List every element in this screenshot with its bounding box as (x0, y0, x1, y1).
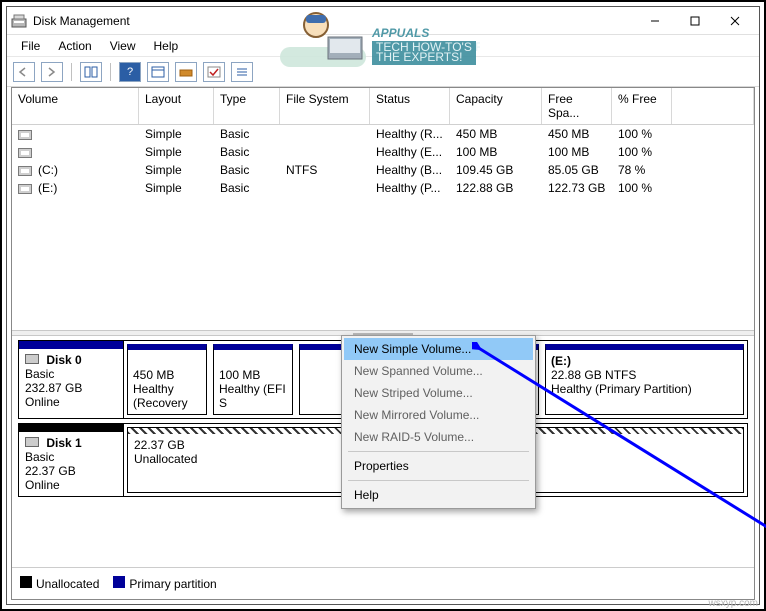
ctx-new-simple-volume[interactable]: New Simple Volume... (344, 338, 533, 360)
col-volume[interactable]: Volume (12, 88, 139, 124)
menu-help[interactable]: Help (146, 37, 187, 55)
col-percent-free[interactable]: % Free (612, 88, 672, 124)
partition[interactable]: 100 MBHealthy (EFI S (213, 344, 293, 415)
drive-icon (18, 166, 32, 176)
menu-file[interactable]: File (13, 37, 48, 55)
ctx-new-striped-volume: New Striped Volume... (344, 382, 533, 404)
disk-title: Disk 1 (46, 436, 81, 450)
watermark-logo: APPUALS TECH HOW-TO'S FROM THE EXPERTS! (280, 7, 480, 69)
legend-swatch-primary (113, 576, 125, 588)
volume-row[interactable]: SimpleBasic Healthy (E... 100 MB100 MB 1… (12, 143, 754, 161)
col-status[interactable]: Status (370, 88, 450, 124)
svg-text:THE EXPERTS!: THE EXPERTS! (376, 50, 462, 64)
menu-action[interactable]: Action (50, 37, 99, 55)
volume-row[interactable]: (C:) SimpleBasic NTFSHealthy (B... 109.4… (12, 161, 754, 179)
back-button[interactable] (13, 62, 35, 82)
col-filesystem[interactable]: File System (280, 88, 370, 124)
volume-row[interactable]: Simple Basic Healthy (R... 450 MB 450 MB… (12, 125, 754, 143)
maximize-button[interactable] (675, 9, 715, 33)
disk-icon (25, 354, 39, 364)
toolbar-show-hide-icon[interactable] (80, 62, 102, 82)
disk-title: Disk 0 (46, 353, 81, 367)
help-icon[interactable]: ? (119, 62, 141, 82)
partition[interactable]: 450 MBHealthy (Recovery (127, 344, 207, 415)
toolbar-action-icon[interactable] (175, 62, 197, 82)
window-controls (635, 9, 755, 33)
col-capacity[interactable]: Capacity (450, 88, 542, 124)
ctx-new-raid5-volume: New RAID-5 Volume... (344, 426, 533, 448)
volume-row[interactable]: (E:) SimpleBasic Healthy (P... 122.88 GB… (12, 179, 754, 197)
svg-text:APPUALS: APPUALS (371, 26, 429, 40)
volume-list-header: Volume Layout Type File System Status Ca… (12, 88, 754, 125)
drive-icon (18, 148, 32, 158)
drive-icon (18, 130, 32, 140)
toolbar-check-icon[interactable] (203, 62, 225, 82)
credit-text: wsxyp.com (709, 598, 758, 609)
disk-management-window: Disk Management File Action View Help ? … (6, 6, 760, 605)
context-menu: New Simple Volume... New Spanned Volume.… (341, 335, 536, 509)
forward-button[interactable] (41, 62, 63, 82)
partition[interactable]: (E:)22.88 GB NTFSHealthy (Primary Partit… (545, 344, 744, 415)
col-type[interactable]: Type (214, 88, 280, 124)
ctx-properties[interactable]: Properties (344, 455, 533, 477)
col-free-space[interactable]: Free Spa... (542, 88, 612, 124)
drive-icon (18, 184, 32, 194)
toolbar-settings-icon[interactable] (147, 62, 169, 82)
volume-list[interactable]: Simple Basic Healthy (R... 450 MB 450 MB… (12, 125, 754, 330)
disk-icon (25, 437, 39, 447)
menu-view[interactable]: View (102, 37, 144, 55)
toolbar-list-icon[interactable] (231, 62, 253, 82)
minimize-button[interactable] (635, 9, 675, 33)
ctx-new-mirrored-volume: New Mirrored Volume... (344, 404, 533, 426)
legend-label: Unallocated (36, 577, 99, 591)
disk-info[interactable]: Disk 1 Basic 22.37 GB Online (19, 424, 124, 496)
ctx-new-spanned-volume: New Spanned Volume... (344, 360, 533, 382)
disk-info[interactable]: Disk 0 Basic 232.87 GB Online (19, 341, 124, 418)
legend-label: Primary partition (129, 577, 216, 591)
ctx-help[interactable]: Help (344, 484, 533, 506)
close-button[interactable] (715, 9, 755, 33)
legend-swatch-unallocated (20, 576, 32, 588)
app-icon (11, 13, 27, 29)
legend: Unallocated Primary partition (12, 567, 754, 599)
col-layout[interactable]: Layout (139, 88, 214, 124)
